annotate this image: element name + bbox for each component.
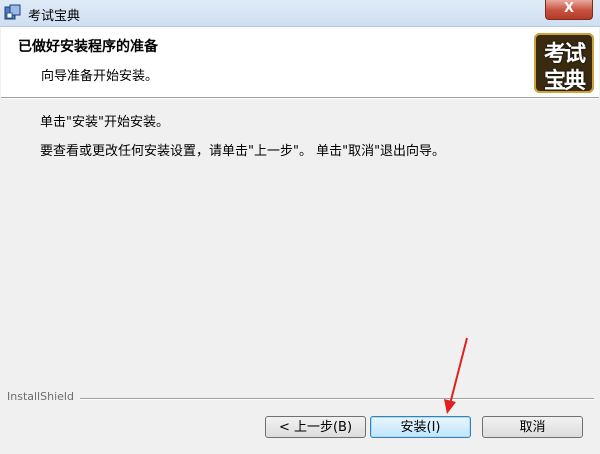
installshield-branding: InstallShield	[0, 390, 600, 406]
header-divider	[1, 97, 599, 99]
cancel-button[interactable]: 取消	[482, 416, 583, 438]
installer-icon	[4, 4, 21, 20]
brand-label: InstallShield	[7, 390, 74, 403]
title-bar: 考试宝典 X	[0, 0, 600, 27]
logo-text-bottom: 宝典	[543, 68, 586, 94]
close-icon: X	[563, 1, 575, 16]
page-subtitle: 向导准备开始安装。	[41, 69, 159, 84]
window-title: 考试宝典	[28, 9, 81, 24]
instruction-line-2: 要查看或更改任何安装设置，请单击"上一步"。 单击"取消"退出向导。	[40, 144, 446, 159]
product-logo: 考试 宝典	[534, 33, 594, 94]
footer-divider	[80, 398, 594, 400]
wizard-header: 已做好安装程序的准备 向导准备开始安装。 考试 宝典	[1, 27, 599, 97]
page-title: 已做好安装程序的准备	[18, 39, 158, 55]
install-button[interactable]: 安装(I)	[370, 416, 471, 438]
close-button[interactable]: X	[545, 0, 593, 20]
back-button[interactable]: < 上一步(B)	[265, 416, 366, 438]
instruction-line-1: 单击"安装"开始安装。	[40, 115, 169, 130]
